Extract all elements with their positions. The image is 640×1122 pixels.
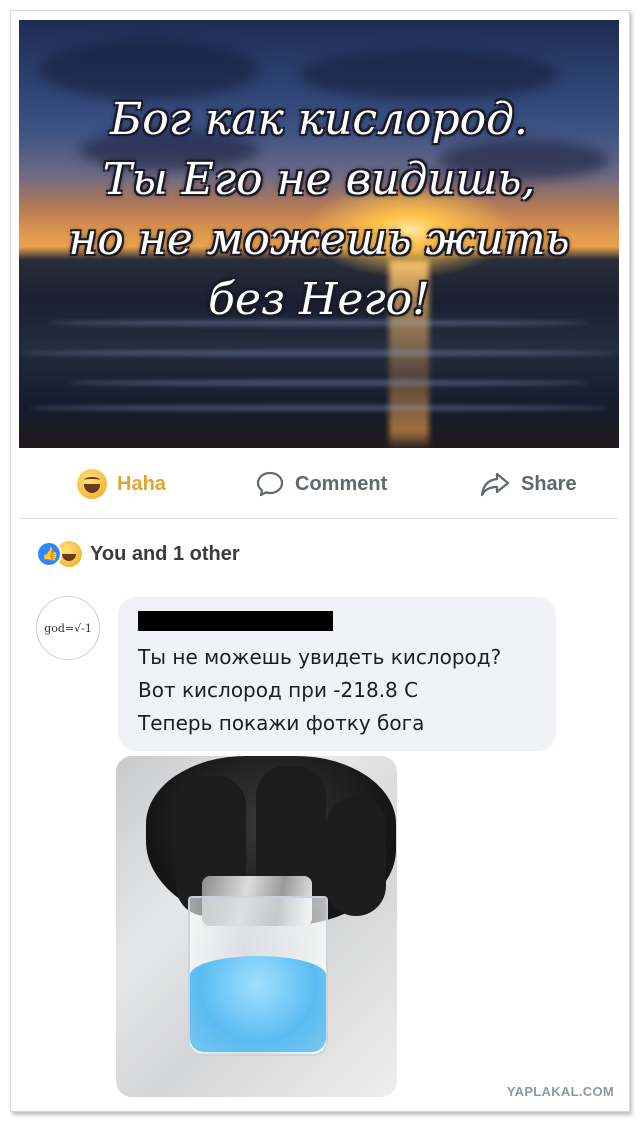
reactions-summary[interactable]: You and 1 other — [36, 538, 240, 570]
redacted-author-name — [138, 611, 333, 631]
watermark: YAPLAKAL.COM — [506, 1084, 614, 1099]
quote-line: без Него! — [208, 274, 430, 325]
comment-line: Ты не можешь увидеть кислород? — [138, 645, 502, 669]
comment-text: Ты не можешь увидеть кислород? Вот кисло… — [138, 641, 501, 740]
share-icon — [480, 472, 510, 497]
comment-icon — [256, 471, 284, 497]
reactions-count-text: You and 1 other — [90, 542, 240, 565]
quote-line: Бог как кислород. — [109, 94, 529, 145]
haha-label: Haha — [117, 472, 166, 495]
post-image[interactable]: Бог как кислород. Ты Его не видишь, но н… — [19, 20, 619, 448]
avatar[interactable]: god=√-1 — [36, 596, 100, 660]
avatar-text: god=√-1 — [44, 621, 92, 635]
quote-line: Ты Его не видишь, — [102, 154, 536, 205]
comment-line: Теперь покажи фотку бога — [138, 711, 425, 735]
like-icon — [36, 541, 62, 567]
actions-divider — [19, 518, 619, 519]
comment-button[interactable]: Comment — [255, 466, 387, 502]
share-button[interactable]: Share — [479, 466, 577, 502]
comment-photo[interactable] — [116, 756, 397, 1097]
comment-bubble: Ты не можешь увидеть кислород? Вот кисло… — [118, 597, 556, 751]
haha-reaction-button[interactable]: Haha — [77, 466, 166, 502]
haha-emoji-icon — [77, 469, 107, 499]
comment-line: Вот кислород при -218.8 С — [138, 678, 419, 702]
reaction-icons — [36, 541, 82, 567]
post-actions-bar: Haha Comment Share — [19, 452, 619, 518]
quote-line: но не можешь жить — [68, 214, 570, 265]
liquid-oxygen-shape — [190, 956, 326, 1052]
comment-label: Comment — [295, 472, 388, 495]
share-label: Share — [521, 472, 577, 495]
image-quote-text: Бог как кислород. Ты Его не видишь, но н… — [19, 90, 619, 330]
